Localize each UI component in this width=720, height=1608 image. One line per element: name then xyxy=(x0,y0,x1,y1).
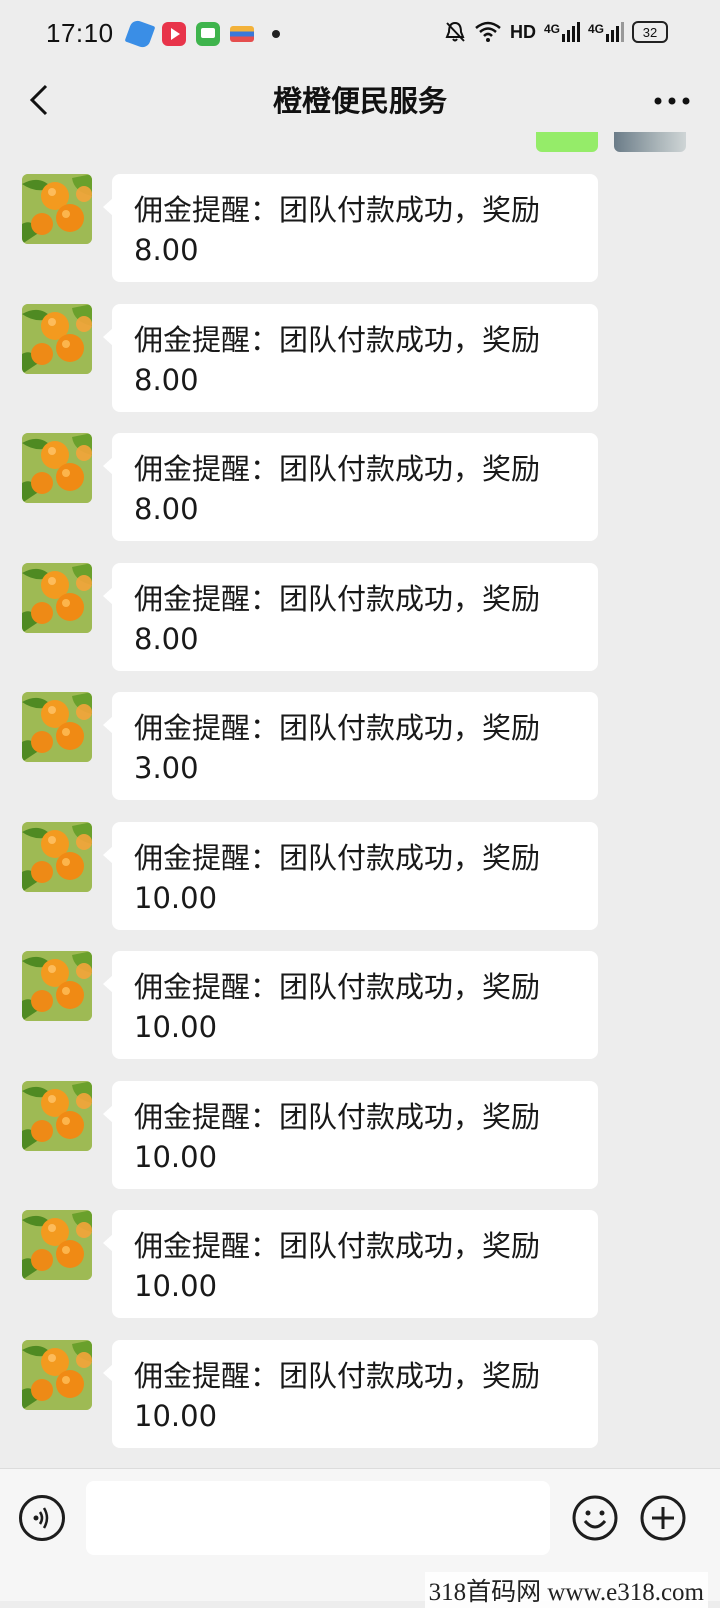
orange-avatar-icon xyxy=(22,174,92,244)
message-amount: 8.00 xyxy=(134,492,199,526)
message-bubble[interactable]: 佣金提醒：团队付款成功，奖励 8.00 xyxy=(103,304,598,412)
message-bubble[interactable]: 佣金提醒：团队付款成功，奖励 10.00 xyxy=(103,1081,598,1189)
more-dots-icon xyxy=(654,97,690,105)
message-text: 佣金提醒：团队付款成功，奖励 xyxy=(134,452,541,486)
message-bubble[interactable]: 佣金提醒：团队付款成功，奖励 10.00 xyxy=(103,1340,598,1448)
message-text: 佣金提醒：团队付款成功，奖励 xyxy=(134,970,541,1004)
sender-avatar[interactable] xyxy=(22,951,92,1021)
sender-avatar[interactable] xyxy=(22,822,92,892)
mute-bell-icon xyxy=(445,21,465,42)
message-amount: 10.00 xyxy=(134,1399,218,1433)
message-app-icon xyxy=(196,22,220,46)
message-text: 佣金提醒：团队付款成功，奖励 xyxy=(134,1100,541,1134)
orange-avatar-icon xyxy=(22,951,92,1021)
network-label: HD xyxy=(509,21,536,42)
message-row: 佣金提醒：团队付款成功，奖励 8.00 xyxy=(0,304,720,416)
message-text: 佣金提醒：团队付款成功，奖励 xyxy=(134,841,541,875)
voice-icon xyxy=(33,1507,49,1529)
message-text: 佣金提醒：团队付款成功，奖励 xyxy=(134,1359,541,1393)
message-amount: 8.00 xyxy=(134,363,199,397)
message-amount: 10.00 xyxy=(134,881,218,915)
message-amount: 3.00 xyxy=(134,751,199,785)
video-app-icon xyxy=(162,22,186,46)
orange-avatar-icon xyxy=(22,563,92,633)
message-text: 佣金提醒：团队付款成功，奖励 xyxy=(134,323,541,357)
more-functions-button[interactable] xyxy=(638,1493,688,1543)
message-text: 佣金提醒：团队付款成功，奖励 xyxy=(134,711,541,745)
sender-avatar[interactable] xyxy=(22,304,92,374)
message-amount: 8.00 xyxy=(134,622,199,656)
battery-icon: 32 xyxy=(632,21,668,43)
sender-avatar[interactable] xyxy=(22,563,92,633)
sender-avatar[interactable] xyxy=(22,692,92,762)
status-indicators: HD 4G 4G 32 xyxy=(444,20,668,44)
message-amount: 10.00 xyxy=(134,1140,218,1174)
message-bubble[interactable]: 佣金提醒：团队付款成功，奖励 10.00 xyxy=(103,951,598,1059)
message-bubble[interactable]: 佣金提醒：团队付款成功，奖励 8.00 xyxy=(103,174,598,282)
user-avatar-partial[interactable] xyxy=(614,132,686,152)
message-row: 佣金提醒：团队付款成功，奖励 10.00 xyxy=(0,1340,720,1452)
message-text: 佣金提醒：团队付款成功，奖励 xyxy=(134,582,541,616)
sender-avatar[interactable] xyxy=(22,1081,92,1151)
message-row: 佣金提醒：团队付款成功，奖励 10.00 xyxy=(0,822,720,934)
orange-avatar-icon xyxy=(22,304,92,374)
message-amount: 10.00 xyxy=(134,1010,218,1044)
message-row: 佣金提醒：团队付款成功，奖励 10.00 xyxy=(0,951,720,1063)
orange-avatar-icon xyxy=(22,1340,92,1410)
message-bubble[interactable]: 佣金提醒：团队付款成功，奖励 10.00 xyxy=(103,1210,598,1318)
emoji-button[interactable] xyxy=(570,1493,620,1543)
status-time: 17:10 xyxy=(46,18,114,48)
orange-avatar-icon xyxy=(22,692,92,762)
sent-message-bubble-partial[interactable] xyxy=(536,132,598,152)
wifi-icon xyxy=(475,21,501,42)
orange-avatar-icon xyxy=(22,1081,92,1151)
plus-circle-icon xyxy=(640,1495,686,1541)
message-row: 佣金提醒：团队付款成功，奖励 8.00 xyxy=(0,174,720,286)
status-bar: 17:10 HD 4G 4G 32 xyxy=(0,0,720,70)
watermark: 318首码网 www.e318.com xyxy=(424,1572,708,1608)
sender-avatar[interactable] xyxy=(22,174,92,244)
orange-avatar-icon xyxy=(22,1210,92,1280)
chat-title: 橙橙便民服务 xyxy=(272,84,447,118)
message-row: 佣金提醒：团队付款成功，奖励 8.00 xyxy=(0,433,720,545)
sender-avatar[interactable] xyxy=(22,1340,92,1410)
signal-icon-2: 4G xyxy=(588,22,624,42)
voice-input-button[interactable] xyxy=(19,1495,65,1541)
message-row: 佣金提醒：团队付款成功，奖励 3.00 xyxy=(0,692,720,804)
message-text: 佣金提醒：团队付款成功，奖励 xyxy=(134,193,541,227)
smiley-icon xyxy=(572,1495,618,1541)
message-row: 佣金提醒：团队付款成功，奖励 8.00 xyxy=(0,563,720,675)
message-row: 佣金提醒：团队付款成功，奖励 10.00 xyxy=(0,1210,720,1322)
message-amount: 10.00 xyxy=(134,1269,218,1303)
wallet-app-icon xyxy=(230,26,254,42)
message-bubble[interactable]: 佣金提醒：团队付款成功，奖励 8.00 xyxy=(103,563,598,671)
sender-avatar[interactable] xyxy=(22,433,92,503)
message-bubble[interactable]: 佣金提醒：团队付款成功，奖励 10.00 xyxy=(103,822,598,930)
message-bubble[interactable]: 佣金提醒：团队付款成功，奖励 3.00 xyxy=(103,692,598,800)
chat-header: 橙橙便民服务 xyxy=(0,70,720,132)
app-notification-icon-blue xyxy=(124,18,156,50)
more-notifications-dot-icon xyxy=(272,30,280,38)
message-bubble[interactable]: 佣金提醒：团队付款成功，奖励 8.00 xyxy=(103,433,598,541)
sender-avatar[interactable] xyxy=(22,1210,92,1280)
orange-avatar-icon xyxy=(22,433,92,503)
message-row: 佣金提醒：团队付款成功，奖励 10.00 xyxy=(0,1081,720,1193)
orange-avatar-icon xyxy=(22,822,92,892)
notification-icons xyxy=(124,18,280,50)
signal-icon-1: 4G xyxy=(544,22,580,42)
message-text: 佣金提醒：团队付款成功，奖励 xyxy=(134,1229,541,1263)
message-input[interactable] xyxy=(86,1481,550,1555)
message-amount: 8.00 xyxy=(134,233,199,267)
more-options-button[interactable] xyxy=(652,86,692,116)
